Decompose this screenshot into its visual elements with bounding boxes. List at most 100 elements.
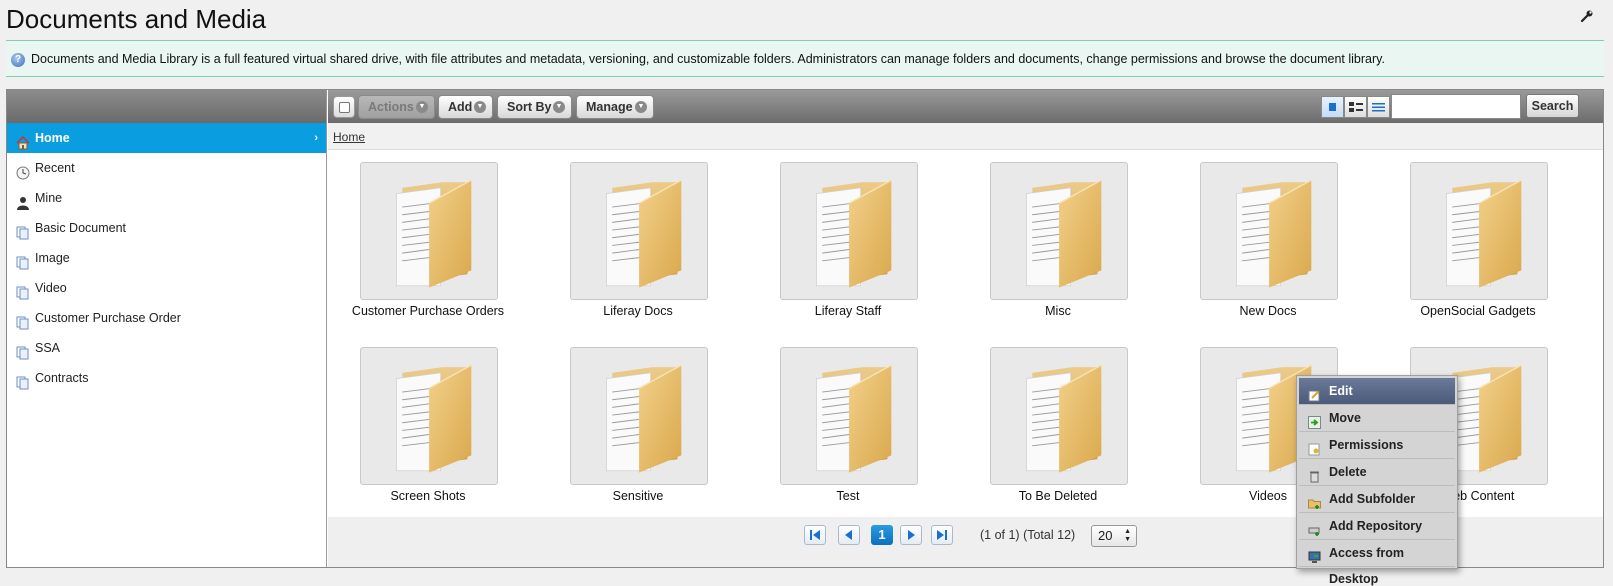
sidebar-item-customer-purchase-order[interactable]: Customer Purchase Order bbox=[7, 303, 326, 333]
folder-name[interactable]: Customer Purchase Orders bbox=[323, 304, 533, 318]
clock-icon bbox=[16, 161, 30, 180]
sidebar-item-video[interactable]: Video bbox=[7, 273, 326, 303]
folder-name[interactable]: Screen Shots bbox=[323, 489, 533, 503]
sidebar: Home › Recent Mine Basic Document Image Video C… bbox=[7, 90, 327, 567]
chevron-down-icon: ▼ bbox=[635, 101, 647, 113]
sort-by-button[interactable]: Sort By ▼ bbox=[497, 95, 572, 119]
folder-name[interactable]: Test bbox=[743, 489, 953, 503]
breadcrumb-home-link[interactable]: Home bbox=[333, 130, 365, 144]
menu-item-add-repository[interactable]: Add Repository bbox=[1299, 513, 1455, 540]
chevron-down-icon: ▼ bbox=[416, 101, 428, 113]
folder-name[interactable]: Sensitive bbox=[533, 489, 743, 503]
sidebar-item-recent[interactable]: Recent bbox=[7, 153, 326, 183]
list-view-button[interactable] bbox=[1367, 96, 1390, 118]
search-input[interactable] bbox=[1391, 94, 1521, 119]
folder-icon bbox=[395, 179, 473, 289]
folder-icon bbox=[605, 179, 683, 289]
first-page-button[interactable] bbox=[804, 525, 826, 545]
folder-item[interactable]: Liferay Staff bbox=[743, 150, 933, 320]
folder-item[interactable]: New Docs bbox=[1163, 150, 1353, 320]
menu-item-label: Access from Desktop bbox=[1329, 546, 1405, 586]
sidebar-item-basic-document[interactable]: Basic Document bbox=[7, 213, 326, 243]
folder-thumbnail[interactable] bbox=[570, 347, 708, 485]
folder-name[interactable]: Liferay Docs bbox=[533, 304, 743, 318]
folder-icon bbox=[1445, 179, 1523, 289]
add-button[interactable]: Add ▼ bbox=[438, 95, 493, 119]
toolbar: Actions ▼ Add ▼ Sort By ▼ Manage ▼ Searc… bbox=[328, 90, 1603, 123]
folder-item[interactable]: Sensitive bbox=[533, 335, 723, 505]
last-page-button[interactable] bbox=[931, 525, 953, 545]
menu-item-label: Move bbox=[1329, 411, 1361, 425]
previous-page-button[interactable] bbox=[838, 525, 860, 545]
sidebar-item-label: Home bbox=[35, 131, 70, 145]
menu-item-label: Delete bbox=[1329, 465, 1367, 479]
descriptive-view-icon bbox=[1349, 102, 1363, 112]
folder-icon bbox=[1235, 179, 1313, 289]
folder-icon bbox=[1025, 364, 1103, 474]
icon-view-button[interactable] bbox=[1321, 96, 1344, 118]
sidebar-item-home[interactable]: Home › bbox=[7, 123, 326, 153]
document-type-icon bbox=[16, 341, 30, 355]
folder-name[interactable]: Misc bbox=[953, 304, 1163, 318]
menu-item-edit[interactable]: Edit bbox=[1299, 378, 1455, 405]
descriptive-view-button[interactable] bbox=[1344, 96, 1367, 118]
folder-name[interactable]: Liferay Staff bbox=[743, 304, 953, 318]
edit-icon bbox=[1308, 385, 1321, 402]
folder-thumbnail[interactable] bbox=[990, 162, 1128, 300]
spinner-arrows-icon: ▲ ▼ bbox=[1124, 528, 1131, 543]
wrench-icon[interactable] bbox=[1580, 9, 1594, 23]
folder-item[interactable]: Misc bbox=[953, 150, 1143, 320]
folder-thumbnail[interactable] bbox=[780, 347, 918, 485]
select-all-checkbox[interactable] bbox=[333, 96, 355, 118]
page-size-select[interactable]: 20 ▲ ▼ bbox=[1091, 525, 1137, 547]
document-type-icon bbox=[16, 311, 30, 325]
actions-label: Actions bbox=[368, 100, 414, 114]
folder-thumbnail[interactable] bbox=[570, 162, 708, 300]
sidebar-item-mine[interactable]: Mine bbox=[7, 183, 326, 213]
permissions-icon bbox=[1308, 439, 1321, 456]
search-button[interactable]: Search bbox=[1526, 94, 1579, 118]
sidebar-item-label: Customer Purchase Order bbox=[35, 311, 181, 325]
sidebar-item-label: SSA bbox=[35, 341, 61, 355]
manage-button[interactable]: Manage ▼ bbox=[576, 95, 654, 119]
info-icon: ? bbox=[11, 53, 25, 67]
menu-item-permissions[interactable]: Permissions bbox=[1299, 432, 1455, 459]
folder-icon bbox=[1025, 179, 1103, 289]
folder-item[interactable]: Test bbox=[743, 335, 933, 505]
menu-item-move[interactable]: Move bbox=[1299, 405, 1455, 432]
menu-item-label: Edit bbox=[1329, 384, 1353, 398]
folder-thumbnail[interactable] bbox=[1410, 162, 1548, 300]
folder-name[interactable]: To Be Deleted bbox=[953, 489, 1163, 503]
user-icon bbox=[16, 191, 30, 210]
folder-name[interactable]: New Docs bbox=[1163, 304, 1373, 318]
folder-item[interactable]: Customer Purchase Orders bbox=[323, 150, 513, 320]
folder-thumbnail[interactable] bbox=[360, 347, 498, 485]
folder-thumbnail[interactable] bbox=[780, 162, 918, 300]
folder-thumbnail[interactable] bbox=[360, 162, 498, 300]
sidebar-item-label: Image bbox=[35, 251, 70, 265]
menu-item-access-from-desktop[interactable]: Access from Desktop bbox=[1299, 540, 1455, 586]
folder-thumbnail[interactable] bbox=[1200, 162, 1338, 300]
document-type-icon bbox=[16, 251, 30, 265]
folder-item[interactable]: Screen Shots bbox=[323, 335, 513, 505]
folder-item[interactable]: OpenSocial Gadgets bbox=[1373, 150, 1563, 320]
sidebar-item-contracts[interactable]: Contracts bbox=[7, 363, 326, 393]
folder-item[interactable]: To Be Deleted bbox=[953, 335, 1143, 505]
next-page-button[interactable] bbox=[900, 525, 922, 545]
folder-icon bbox=[815, 179, 893, 289]
menu-item-add-subfolder[interactable]: Add Subfolder bbox=[1299, 486, 1455, 513]
sort-by-label: Sort By bbox=[507, 100, 552, 114]
menu-item-delete[interactable]: Delete bbox=[1299, 459, 1455, 486]
folder-item[interactable]: Liferay Docs bbox=[533, 150, 723, 320]
breadcrumb: Home bbox=[328, 123, 1603, 150]
folder-icon bbox=[605, 364, 683, 474]
document-type-icon bbox=[16, 221, 30, 235]
folder-thumbnail[interactable] bbox=[990, 347, 1128, 485]
actions-button[interactable]: Actions ▼ bbox=[358, 95, 435, 119]
current-page[interactable]: 1 bbox=[871, 525, 893, 545]
sidebar-item-label: Recent bbox=[35, 161, 75, 175]
first-page-icon bbox=[810, 530, 820, 540]
sidebar-item-image[interactable]: Image bbox=[7, 243, 326, 273]
sidebar-item-ssa[interactable]: SSA bbox=[7, 333, 326, 363]
folder-name[interactable]: OpenSocial Gadgets bbox=[1373, 304, 1583, 318]
